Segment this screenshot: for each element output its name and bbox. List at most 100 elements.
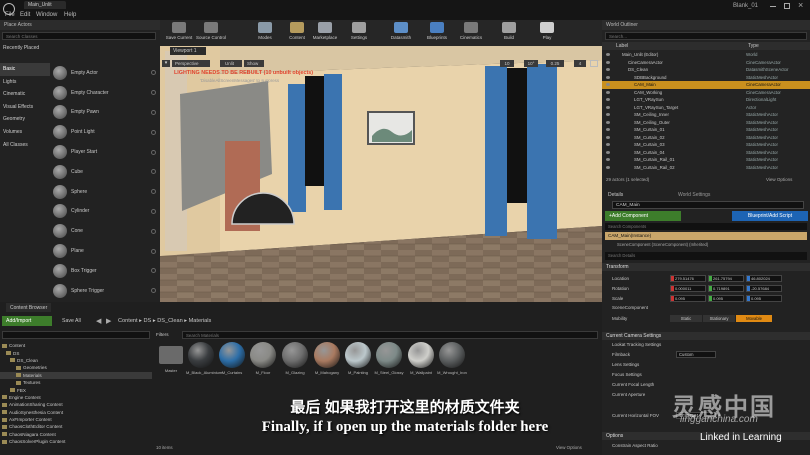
visibility-eye-icon[interactable] <box>606 68 610 72</box>
filmback-dropdown[interactable]: Custom <box>676 351 716 358</box>
actor-sphere-trigger[interactable]: Sphere Trigger <box>50 281 160 301</box>
save-current-button[interactable]: Save Current <box>164 22 194 46</box>
outliner-row-lgt-vraysun-target[interactable]: LGT_VRaySun_Target Actor <box>602 104 810 112</box>
visibility-eye-icon[interactable] <box>606 98 610 102</box>
outliner-view-options[interactable]: View Options <box>766 177 792 182</box>
mobility-movable[interactable]: Movable <box>736 314 772 322</box>
maximize-viewport-icon[interactable] <box>590 60 598 67</box>
actor-cube[interactable]: Cube <box>50 162 160 182</box>
camera-speed-value[interactable]: 4 <box>574 60 586 67</box>
col-type[interactable]: Type <box>748 43 759 49</box>
pin-icon[interactable] <box>151 208 156 214</box>
rotation-z[interactable]: -20.57684 <box>746 284 782 292</box>
modes-button[interactable]: Modes <box>250 22 280 46</box>
outliner-row-sm-ceiling-outer[interactable]: SM_Ceiling_Outer StaticMeshActor <box>602 119 810 127</box>
marketplace-button[interactable]: Marketplace <box>310 22 340 46</box>
level-tab[interactable]: Main_Unlit <box>24 1 66 9</box>
pin-icon[interactable] <box>151 228 156 234</box>
category-volumes[interactable]: Volumes <box>0 126 50 139</box>
outliner-search[interactable]: Search... <box>605 32 807 40</box>
category-all-classes[interactable]: All Classes <box>0 139 50 152</box>
cinematics-button[interactable]: Cinematics <box>456 22 486 46</box>
rotation-y[interactable]: 0.719891 <box>708 284 744 292</box>
pin-icon[interactable] <box>151 70 156 76</box>
category-geometry[interactable]: Geometry <box>0 113 50 126</box>
search-components[interactable]: Search Components <box>605 223 807 230</box>
actor-box-trigger[interactable]: Box Trigger <box>50 261 160 281</box>
focus-settings[interactable]: Focus Settings <box>612 372 642 377</box>
col-label[interactable]: Label <box>616 43 628 49</box>
scale-z[interactable]: 0.095 <box>746 294 782 302</box>
category-visual-effects[interactable]: Visual Effects <box>0 101 50 114</box>
outliner-row-sm-curtain-02[interactable]: SM_Curtain_02 StaticMeshActor <box>602 134 810 142</box>
outliner-row-sm-curtain-03[interactable]: SM_Curtain_03 StaticMeshActor <box>602 141 810 149</box>
asset-m-black-aluminium[interactable]: M_Black_Aluminium <box>186 342 222 375</box>
actor-name-field[interactable]: CAM_Main <box>612 201 804 209</box>
add-import-button[interactable]: Add/Import <box>2 316 52 326</box>
visibility-eye-icon[interactable] <box>606 53 610 57</box>
category-recently-placed[interactable]: Recently Placed <box>0 42 50 55</box>
actor-point-light[interactable]: Point Light <box>50 122 160 142</box>
content-view-options[interactable]: View Options <box>556 445 582 450</box>
place-actors-search[interactable]: Search Classes <box>2 32 156 40</box>
asset-m-glazing[interactable]: M_Glazing <box>280 342 310 375</box>
crumb-ds-clean[interactable]: DS_Clean <box>157 318 183 324</box>
component-instance[interactable]: CAM_Main(Instance) <box>605 232 807 240</box>
play-button[interactable]: Play <box>532 22 562 46</box>
menu-edit[interactable]: Edit <box>20 12 30 18</box>
menu-window[interactable]: Window <box>36 12 57 18</box>
source-control-button[interactable]: Source Control <box>196 22 226 46</box>
pin-icon[interactable] <box>151 248 156 254</box>
asset-master[interactable]: Master <box>156 342 186 373</box>
visibility-eye-icon[interactable] <box>606 83 610 87</box>
snap-angle-value[interactable]: 10° <box>524 60 538 67</box>
outliner-row-sm-curtain-04[interactable]: SM_Curtain_04 StaticMeshActor <box>602 149 810 157</box>
actor-sphere[interactable]: Sphere <box>50 182 160 202</box>
nav-forward-icon[interactable]: ▶ <box>106 317 111 325</box>
visibility-eye-icon[interactable] <box>606 60 610 64</box>
outliner-row-sm-curtain-01[interactable]: SM_Curtain_01 StaticMeshActor <box>602 126 810 134</box>
world-outliner-tab[interactable]: World Outliner <box>602 20 810 30</box>
save-all-button[interactable]: Save All <box>58 316 90 326</box>
folder-materials[interactable]: Materials <box>0 371 152 379</box>
crumb-ds[interactable]: DS <box>144 318 152 324</box>
outliner-row-cam-main[interactable]: CAM_Main CineCameraActor <box>602 81 810 89</box>
outliner-row-sm-curtain-rail-02[interactable]: SM_Curtain_Rail_02 StaticMeshActor <box>602 164 810 172</box>
transform-section[interactable]: Transform <box>602 263 810 271</box>
outliner-row-ds-clean[interactable]: DS_Clean DatasmithSceneActor <box>602 66 810 74</box>
build-button[interactable]: Build <box>494 22 524 46</box>
view-mode-button[interactable]: Unlit <box>220 60 242 67</box>
visibility-eye-icon[interactable] <box>606 150 610 154</box>
settings-button[interactable]: Settings <box>344 22 374 46</box>
outliner-row-lgt-vraysun[interactable]: LGT_VRaySun DirectionalLight <box>602 96 810 104</box>
visibility-eye-icon[interactable] <box>606 75 610 79</box>
lookat-tracking[interactable]: Lookat Tracking Settings <box>612 342 661 347</box>
folder-chaossolverplugin-content[interactable]: ChaosSolverPlugin Content <box>0 438 152 445</box>
scale-x[interactable]: 0.095 <box>670 294 706 302</box>
viewport-options-icon[interactable]: ▾ <box>162 60 170 67</box>
pin-icon[interactable] <box>151 189 156 195</box>
asset-m-curtains[interactable]: M_Curtains <box>217 342 247 375</box>
mobility-static[interactable]: Static <box>670 314 702 322</box>
viewport-tab[interactable]: Viewport 1 <box>170 47 206 55</box>
folder-fbx[interactable]: FBX <box>0 386 152 393</box>
actor-empty-pawn[interactable]: Empty Pawn <box>50 103 160 123</box>
actor-player-start[interactable]: Player Start <box>50 142 160 162</box>
place-actors-tab[interactable]: Place Actors <box>0 20 160 30</box>
lens-settings[interactable]: Lens Settings <box>612 362 639 367</box>
outliner-row-main-unlit-editor[interactable]: Main_Unlit (Editor) World <box>602 51 810 59</box>
category-cinematic[interactable]: Cinematic <box>0 88 50 101</box>
minimize-icon[interactable] <box>770 6 776 7</box>
datasmith-button[interactable]: Datasmith <box>386 22 416 46</box>
pin-icon[interactable] <box>151 129 156 135</box>
menu-file[interactable]: File <box>5 12 15 18</box>
visibility-eye-icon[interactable] <box>606 105 610 109</box>
scale-y[interactable]: 0.095 <box>708 294 744 302</box>
world-settings-tab[interactable]: World Settings <box>678 190 710 198</box>
filters-button[interactable]: Filters <box>156 332 169 337</box>
perspective-button[interactable]: Perspective <box>172 60 210 67</box>
add-component-button[interactable]: +Add Component <box>605 211 681 221</box>
pin-icon[interactable] <box>151 268 156 274</box>
snap-scale-value[interactable]: 0.25 <box>546 60 564 67</box>
outliner-row-sm-curtain-rail-01[interactable]: SM_Curtain_Rail_01 StaticMeshActor <box>602 156 810 164</box>
